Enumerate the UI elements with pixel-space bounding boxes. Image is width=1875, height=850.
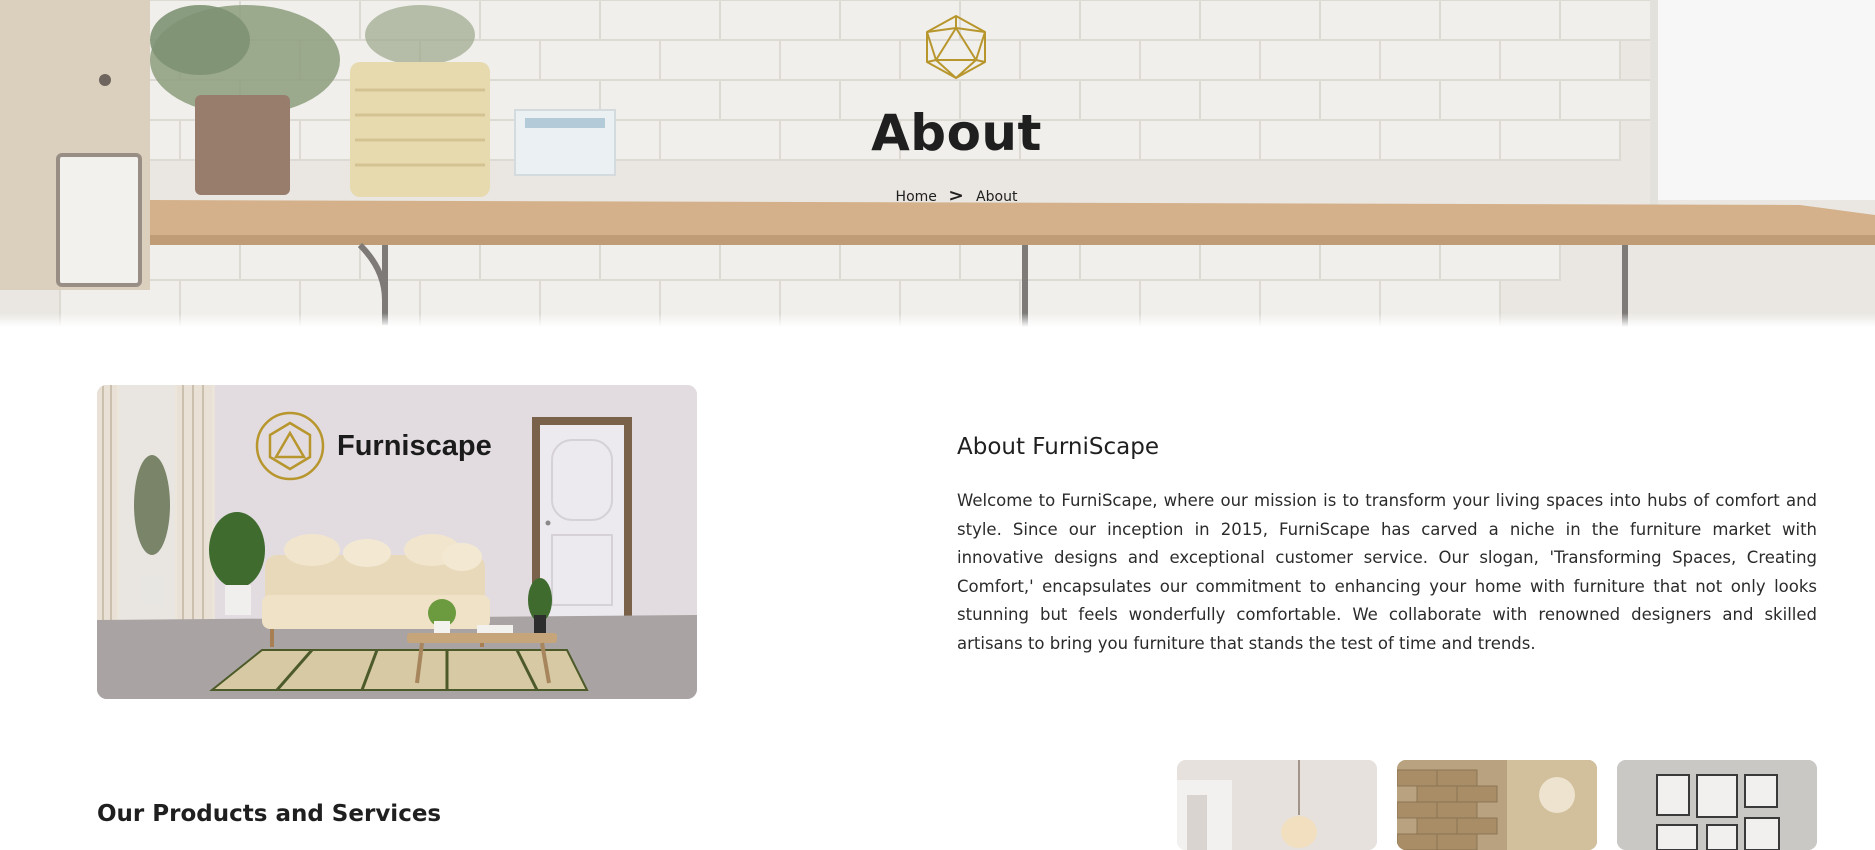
icosahedron-logo-icon <box>926 15 986 79</box>
products-heading: Our Products and Services <box>97 801 442 827</box>
product-thumbnail-2[interactable] <box>1397 760 1597 850</box>
breadcrumb: Home > About <box>0 186 1875 206</box>
product-thumbnail-1[interactable] <box>1177 760 1377 850</box>
page-title: About <box>871 104 1042 162</box>
hero-fade <box>0 313 1875 327</box>
image-brand-text: Furniscape <box>337 430 492 462</box>
about-paragraph: Welcome to FurniScape, where our mission… <box>957 491 1817 653</box>
wall-frames-image <box>1617 760 1817 850</box>
room-lamp-image <box>1177 760 1377 850</box>
chevron-right-icon: > <box>948 186 965 206</box>
hero-banner: About Home > About <box>0 0 1875 327</box>
product-thumbnail-3[interactable] <box>1617 760 1817 850</box>
about-heading: About FurniScape <box>957 434 1159 460</box>
breadcrumb-current: About <box>976 189 1018 205</box>
about-image: Furniscape <box>97 385 697 699</box>
breadcrumb-home-link[interactable]: Home <box>896 189 937 205</box>
brick-wall-image <box>1397 760 1597 850</box>
living-room-illustration: Furniscape <box>97 385 697 699</box>
